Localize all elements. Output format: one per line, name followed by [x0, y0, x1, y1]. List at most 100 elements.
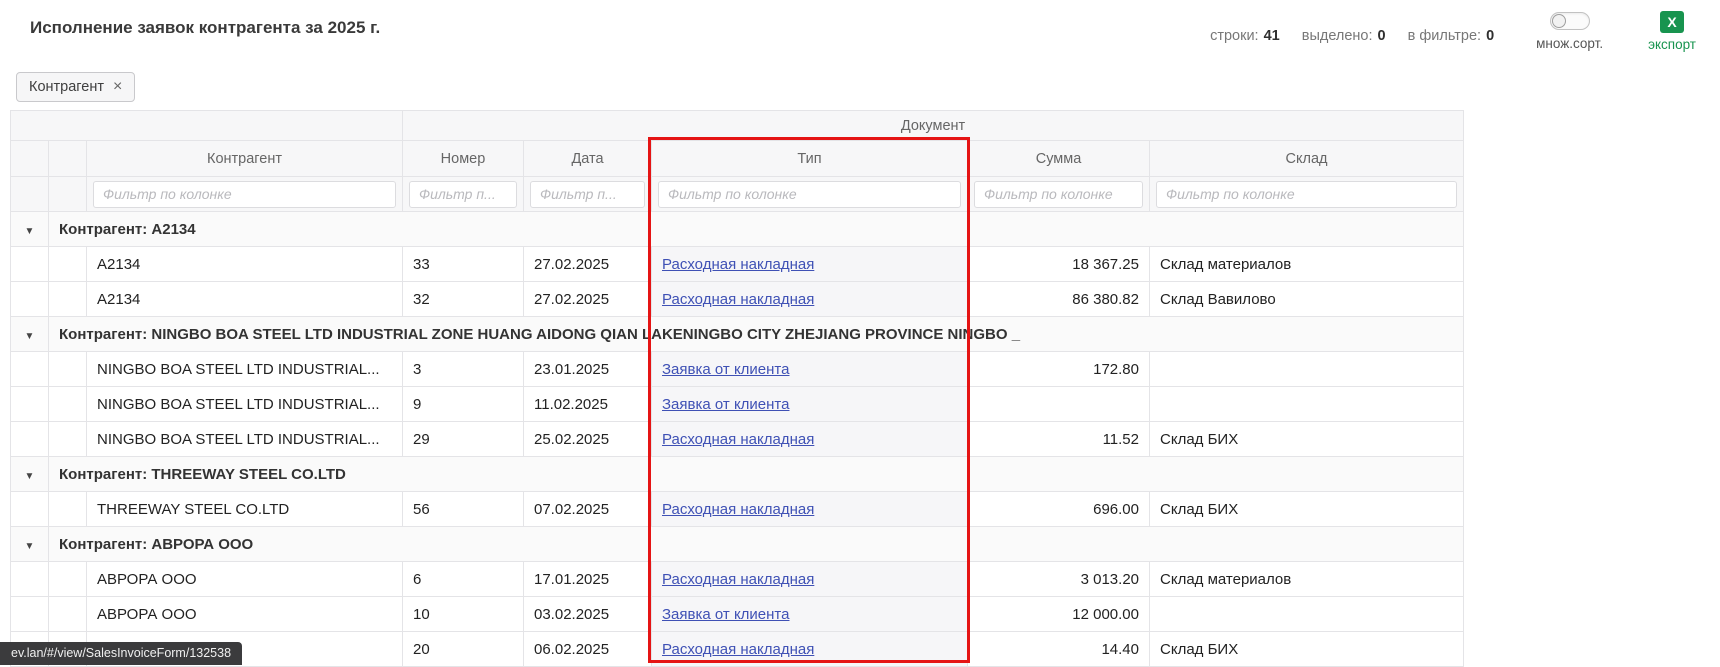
table-row[interactable]: АВРОРА ООО 6 17.01.2025 Расходная наклад…	[11, 562, 1464, 597]
cell-date: 07.02.2025	[524, 492, 652, 527]
document-link[interactable]: Заявка от клиента	[662, 606, 789, 623]
filter-input-warehouse[interactable]	[1156, 181, 1457, 208]
header-spacer	[49, 177, 87, 212]
cell-number: 20	[403, 632, 524, 667]
filter-input-type[interactable]	[658, 181, 961, 208]
group-label: Контрагент: THREEWAY STEEL CO.LTD	[49, 457, 1464, 492]
filter-input-date[interactable]	[530, 181, 645, 208]
chip-label: Контрагент	[29, 79, 104, 95]
cell-number: 33	[403, 247, 524, 282]
selector-cell	[49, 247, 87, 282]
cell-contractor: А2134	[87, 282, 403, 317]
document-link[interactable]: Расходная накладная	[662, 501, 814, 518]
cell-amount: 18 367.25	[968, 247, 1150, 282]
selected-count: выделено:0	[1302, 28, 1386, 44]
cell-number: 56	[403, 492, 524, 527]
filter-chip-contractor[interactable]: Контрагент ×	[16, 72, 135, 102]
cell-date: 23.01.2025	[524, 352, 652, 387]
expander-cell	[11, 247, 49, 282]
group-label: Контрагент: АВРОРА ООО	[49, 527, 1464, 562]
cell-number: 10	[403, 597, 524, 632]
table-row[interactable]: NINGBO BOA STEEL LTD INDUSTRIAL... 3 23.…	[11, 352, 1464, 387]
cell-number: 9	[403, 387, 524, 422]
top-bar: Исполнение заявок контрагента за 2025 г.…	[0, 0, 1720, 60]
selector-cell	[49, 562, 87, 597]
group-row[interactable]: ▼ Контрагент: А2134	[11, 212, 1464, 247]
status-url-tooltip: ev.lan/#/view/SalesInvoiceForm/132538	[0, 642, 242, 665]
filter-input-amount[interactable]	[974, 181, 1143, 208]
header-spacer	[49, 141, 87, 177]
document-link[interactable]: Расходная накладная	[662, 291, 814, 308]
document-link[interactable]: Расходная накладная	[662, 641, 814, 658]
filtered-count-label: в фильтре:	[1408, 28, 1481, 44]
collapse-icon[interactable]: ▼	[25, 471, 35, 482]
expander-cell	[11, 282, 49, 317]
selector-cell	[49, 387, 87, 422]
header-spacer	[11, 177, 49, 212]
cell-warehouse: Склад БИХ	[1150, 632, 1464, 667]
cell-warehouse: Склад БИХ	[1150, 422, 1464, 457]
chip-close-icon[interactable]: ×	[113, 79, 122, 95]
cell-date: 03.02.2025	[524, 597, 652, 632]
table-row[interactable]: THREEWAY STEEL CO.LTD 56 07.02.2025 Расх…	[11, 492, 1464, 527]
collapse-icon[interactable]: ▼	[25, 541, 35, 552]
multi-sort-control: множ.сорт.	[1536, 10, 1603, 51]
group-row[interactable]: ▼ Контрагент: NINGBO BOA STEEL LTD INDUS…	[11, 317, 1464, 352]
toggle-knob-icon	[1552, 14, 1566, 28]
page-title: Исполнение заявок контрагента за 2025 г.	[30, 18, 380, 38]
selector-cell	[49, 492, 87, 527]
cell-amount	[968, 387, 1150, 422]
filter-input-contractor[interactable]	[93, 181, 396, 208]
selected-count-value: 0	[1378, 28, 1386, 44]
col-header-type[interactable]: Тип	[652, 141, 968, 177]
cell-number: 3	[403, 352, 524, 387]
top-bar-controls: строки:41 выделено:0 в фильтре: 0 множ.со…	[1210, 10, 1706, 52]
table-row[interactable]: А2134 32 27.02.2025 Расходная накладная …	[11, 282, 1464, 317]
table-row[interactable]: NINGBO BOA STEEL LTD INDUSTRIAL... 9 11.…	[11, 387, 1464, 422]
selector-cell	[49, 352, 87, 387]
collapse-icon[interactable]: ▼	[25, 226, 35, 237]
filter-input-number[interactable]	[409, 181, 517, 208]
cell-warehouse: Склад материалов	[1150, 562, 1464, 597]
expander-cell: ▼	[11, 457, 49, 492]
filtered-count: в фильтре: 0	[1408, 28, 1495, 44]
export-label: экспорт	[1648, 37, 1696, 52]
table-row[interactable]: NINGBO BOA STEEL LTD INDUSTRIAL... 29 25…	[11, 422, 1464, 457]
rows-count: строки:41	[1210, 28, 1280, 44]
cell-amount: 696.00	[968, 492, 1150, 527]
multi-sort-toggle[interactable]	[1550, 12, 1590, 30]
group-row[interactable]: ▼ Контрагент: АВРОРА ООО	[11, 527, 1464, 562]
document-link[interactable]: Заявка от клиента	[662, 396, 789, 413]
table-row[interactable]: АВРОРА ООО 10 03.02.2025 Заявка от клиен…	[11, 597, 1464, 632]
collapse-icon[interactable]: ▼	[25, 331, 35, 342]
document-link[interactable]: Заявка от клиента	[662, 361, 789, 378]
document-link[interactable]: Расходная накладная	[662, 256, 814, 273]
cell-contractor: АВРОРА ООО	[87, 597, 403, 632]
filtered-count-value: 0	[1486, 28, 1494, 44]
cell-number: 32	[403, 282, 524, 317]
expander-cell	[11, 387, 49, 422]
group-label: Контрагент: NINGBO BOA STEEL LTD INDUSTR…	[49, 317, 1464, 352]
col-header-warehouse[interactable]: Склад	[1150, 141, 1464, 177]
export-button[interactable]: X экспорт	[1648, 10, 1706, 52]
cell-date: 06.02.2025	[524, 632, 652, 667]
group-row[interactable]: ▼ Контрагент: THREEWAY STEEL CO.LTD	[11, 457, 1464, 492]
active-filters-row: Контрагент ×	[16, 72, 1720, 102]
expander-cell	[11, 352, 49, 387]
cell-amount: 172.80	[968, 352, 1150, 387]
table-row[interactable]: А2134 33 27.02.2025 Расходная накладная …	[11, 247, 1464, 282]
group-header-row: Документ	[11, 111, 1464, 141]
header-spacer	[11, 111, 403, 141]
cell-warehouse	[1150, 352, 1464, 387]
col-header-number[interactable]: Номер	[403, 141, 524, 177]
table-body: ▼ Контрагент: А2134 А2134 33 27.02.2025 …	[11, 212, 1464, 667]
col-header-date[interactable]: Дата	[524, 141, 652, 177]
group-label: Контрагент: А2134	[49, 212, 1464, 247]
col-header-contractor[interactable]: Контрагент	[87, 141, 403, 177]
rows-count-label: строки:	[1210, 28, 1259, 44]
document-link[interactable]: Расходная накладная	[662, 431, 814, 448]
document-link[interactable]: Расходная накладная	[662, 571, 814, 588]
cell-warehouse: Склад БИХ	[1150, 492, 1464, 527]
col-header-amount[interactable]: Сумма	[968, 141, 1150, 177]
cell-date: 27.02.2025	[524, 247, 652, 282]
